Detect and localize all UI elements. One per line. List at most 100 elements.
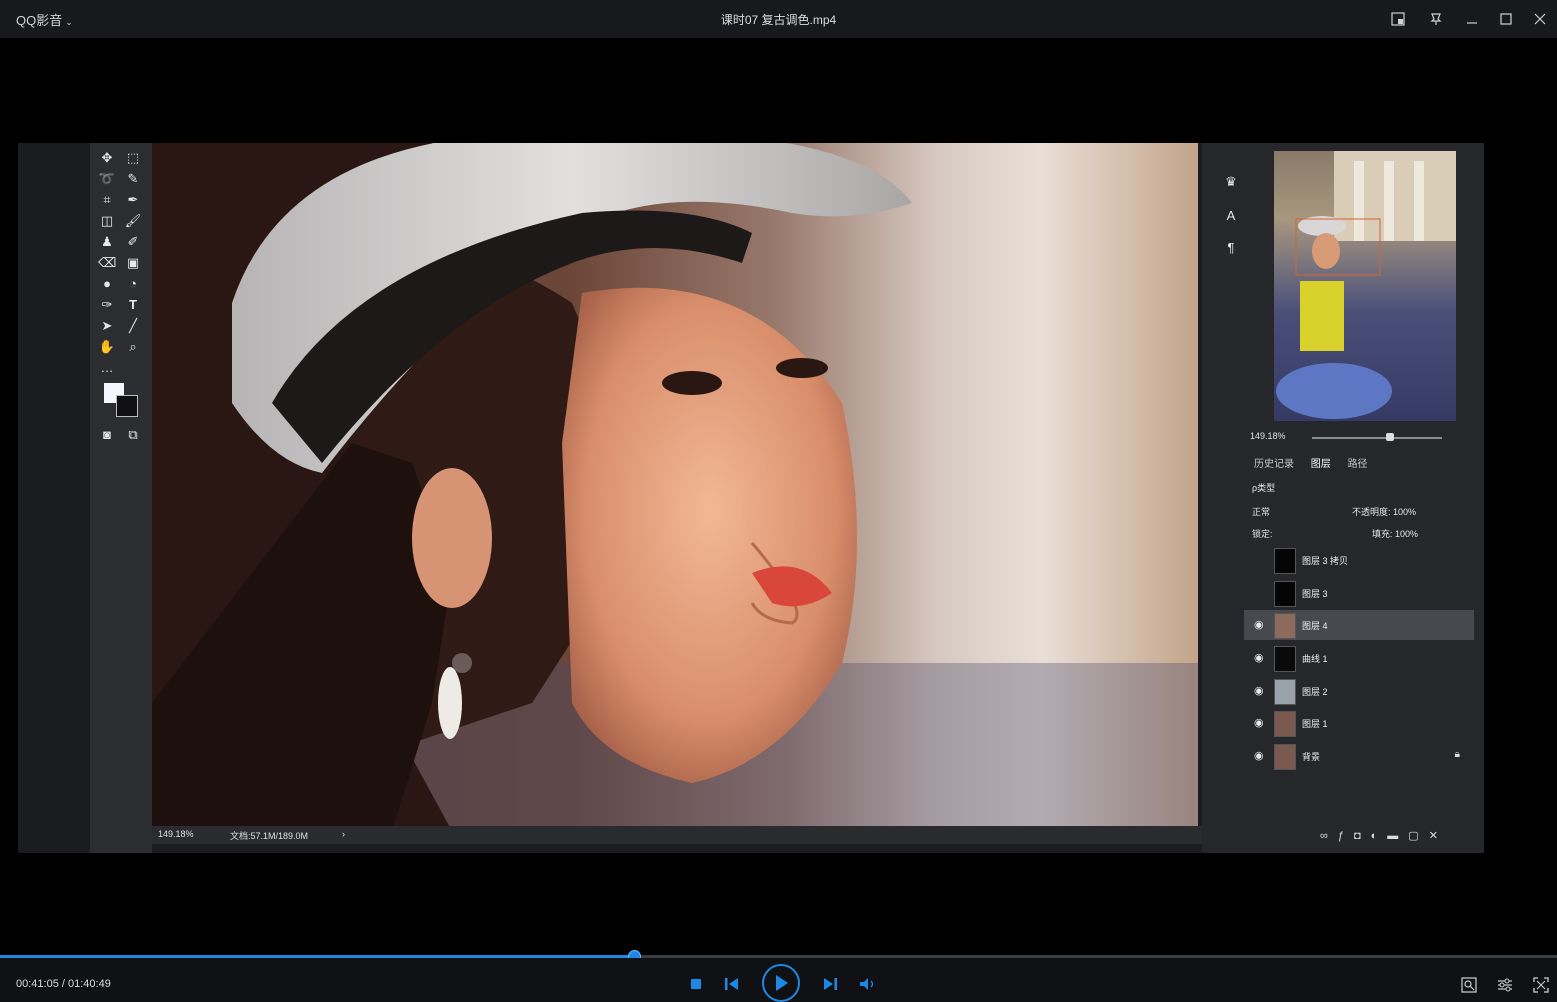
panel-tabs: 历史记录 图层 路径 xyxy=(1254,455,1382,470)
settings-button[interactable] xyxy=(1494,974,1516,996)
more-tools-icon: … xyxy=(100,360,114,375)
play-button[interactable] xyxy=(762,964,800,1002)
maximize-icon xyxy=(1500,13,1512,25)
close-button[interactable] xyxy=(1529,8,1551,30)
layer-name: 图层 3 拷贝 xyxy=(1302,556,1349,566)
window-title: 课时07 复古调色.mp4 xyxy=(720,13,837,27)
eye-icon[interactable]: ◉ xyxy=(1254,619,1266,631)
lock-label: 锁定: xyxy=(1252,529,1273,539)
lock-icon: 🔒︎ xyxy=(1454,749,1460,760)
dodge-tool-icon: ◔ xyxy=(129,276,137,291)
screenshot-button[interactable] xyxy=(1458,974,1480,996)
link-layers-icon[interactable]: ∞ xyxy=(1320,830,1338,842)
fullscreen-icon xyxy=(1533,977,1549,993)
volume-button[interactable] xyxy=(857,974,879,994)
minimize-button[interactable] xyxy=(1461,8,1483,30)
next-button[interactable] xyxy=(819,974,841,994)
layer-name: 曲线 1 xyxy=(1302,654,1328,664)
stamp-tool-icon: ♟ xyxy=(101,234,113,249)
previous-button[interactable] xyxy=(721,974,743,994)
mini-mode-button[interactable] xyxy=(1387,8,1409,30)
line-tool-icon: ╱ xyxy=(129,318,137,333)
tab-layers[interactable]: 图层 xyxy=(1311,459,1331,470)
video-area[interactable]: ✥ ⬚ ➰ ✎ ⌗ ✒ ◫ 🖌 ♟ ✐ ⌫ ▣ ● ◔ ✑ T ➤ ╱ ✋ ⌕ … xyxy=(0,38,1557,953)
healing-tool-icon: ◫ xyxy=(100,213,114,228)
layer-row[interactable]: 图层 3 xyxy=(1244,578,1474,608)
adjustment-layer-icon[interactable]: ◐ xyxy=(1371,830,1388,842)
pin-icon xyxy=(1430,13,1442,25)
crop-tool-icon: ⌗ xyxy=(103,192,111,207)
tab-history[interactable]: 历史记录 xyxy=(1254,459,1294,470)
layer-name: 图层 1 xyxy=(1302,719,1328,729)
layer-name: 图层 2 xyxy=(1302,687,1328,697)
fill-field[interactable]: 填充: 100% xyxy=(1372,527,1418,540)
layer-row[interactable]: ◉ 背景 🔒︎ xyxy=(1244,741,1474,771)
lasso-tool-icon: ➰ xyxy=(98,171,116,186)
quick-mask-icon: ◙ xyxy=(103,427,111,442)
blur-tool-icon: ● xyxy=(103,276,111,291)
recorded-screen: ✥ ⬚ ➰ ✎ ⌗ ✒ ◫ 🖌 ♟ ✐ ⌫ ▣ ● ◔ ✑ T ➤ ╱ ✋ ⌕ … xyxy=(18,143,1484,853)
status-zoom: 149.18% xyxy=(158,829,194,839)
ps-right-panels: ♛ A ¶ 149.18% 历史记录 图层 路径 ρ类型 正常 不透明度: 10… xyxy=(1202,143,1484,853)
close-icon xyxy=(1534,13,1546,25)
new-layer-icon[interactable]: ▢ xyxy=(1408,830,1428,842)
layer-actions-bar: ∞ƒ◘◐▬▢✕ xyxy=(1320,829,1448,842)
fullscreen-button[interactable] xyxy=(1530,974,1552,996)
mini-mode-icon xyxy=(1391,12,1405,26)
layer-thumbnail xyxy=(1274,744,1296,770)
delete-layer-icon[interactable]: ✕ xyxy=(1429,830,1448,842)
navigator-zoom-slider[interactable] xyxy=(1312,433,1442,441)
eye-icon[interactable]: ◉ xyxy=(1254,685,1266,697)
eye-icon[interactable]: ◉ xyxy=(1254,750,1266,762)
eyedropper-icon: ✒ xyxy=(127,192,139,207)
maximize-button[interactable] xyxy=(1495,8,1517,30)
previous-icon xyxy=(725,978,738,990)
layer-row-selected[interactable]: ◉ 图层 4 xyxy=(1244,610,1474,640)
status-expand-arrow: › xyxy=(342,829,345,839)
stop-button[interactable] xyxy=(686,974,706,994)
layer-row[interactable]: ◉ 曲线 1 xyxy=(1244,643,1474,673)
layer-thumbnail xyxy=(1274,679,1296,705)
paragraph-icon: ¶ xyxy=(1227,240,1235,255)
layer-row[interactable]: ◉ 图层 2 xyxy=(1244,676,1474,706)
eraser-tool-icon: ⌫ xyxy=(98,255,117,270)
hand-tool-icon: ✋ xyxy=(98,339,116,354)
history-brush-icon: ✐ xyxy=(127,234,139,249)
navigator-slider-thumb[interactable] xyxy=(1386,433,1394,441)
layer-thumbnail xyxy=(1274,711,1296,737)
status-doc-size: 文档:57.1M/189.0M xyxy=(230,831,309,841)
layer-name: 图层 4 xyxy=(1302,621,1328,631)
group-folder-icon[interactable]: ▬ xyxy=(1387,830,1408,842)
type-tool-icon: T xyxy=(129,297,137,312)
blend-mode-select[interactable]: 正常 xyxy=(1252,505,1270,518)
stop-icon xyxy=(691,979,701,989)
portrait-photo xyxy=(152,143,1198,831)
pin-button[interactable] xyxy=(1425,8,1447,30)
screen-mode-icon: ⧉ xyxy=(128,427,138,442)
navigator-thumbnail xyxy=(1276,151,1456,419)
curves-adjustment-icon xyxy=(1274,646,1296,672)
character-icon: A xyxy=(1226,208,1236,223)
opacity-field[interactable]: 不透明度: 100% xyxy=(1352,505,1416,518)
layer-row[interactable]: 图层 3 拷贝 xyxy=(1244,545,1474,575)
layer-filter-select[interactable]: ρ类型 xyxy=(1252,481,1275,494)
tab-paths[interactable]: 路径 xyxy=(1348,459,1368,470)
brush-tool-icon: 🖌 xyxy=(124,213,142,228)
eye-icon[interactable]: ◉ xyxy=(1254,652,1266,664)
path-select-icon: ➤ xyxy=(101,318,113,333)
layer-name: 图层 3 xyxy=(1302,589,1328,599)
minimize-icon xyxy=(1467,22,1477,24)
add-mask-icon[interactable]: ◘ xyxy=(1354,830,1371,842)
gradient-tool-icon: ▣ xyxy=(126,255,140,270)
marquee-tool-icon: ⬚ xyxy=(126,150,140,165)
pen-tool-icon: ✑ xyxy=(101,297,113,312)
eye-icon[interactable]: ◉ xyxy=(1254,717,1266,729)
fx-icon[interactable]: ƒ xyxy=(1338,830,1354,842)
layer-thumbnail xyxy=(1274,581,1296,607)
layer-name: 背景 xyxy=(1302,752,1321,762)
layer-row[interactable]: ◉ 图层 1 xyxy=(1244,708,1474,738)
ps-status-bar: 149.18% 文档:57.1M/189.0M › xyxy=(152,826,1202,844)
time-display: 00:41:05 / 01:40:49 xyxy=(16,978,111,990)
brush-settings-icon: ♛ xyxy=(1225,174,1237,189)
play-icon xyxy=(776,975,788,991)
